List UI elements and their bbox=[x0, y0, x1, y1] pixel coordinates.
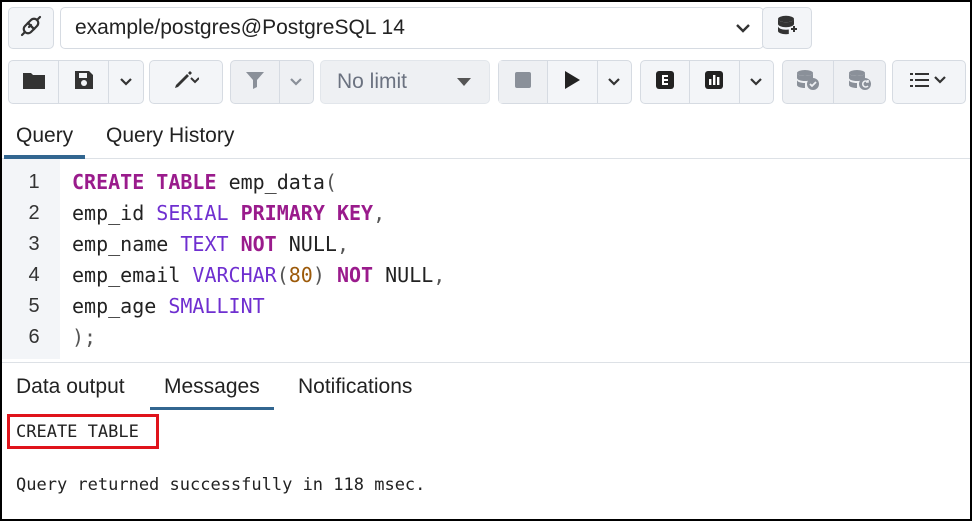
explain-analyze-button[interactable] bbox=[690, 61, 740, 103]
caret-down-icon bbox=[457, 73, 471, 91]
code-line: 6 ); bbox=[2, 322, 970, 353]
tab-data-output[interactable]: Data output bbox=[16, 363, 125, 410]
tab-query-history[interactable]: Query History bbox=[106, 114, 234, 158]
macros-button[interactable] bbox=[893, 61, 965, 103]
row-limit-label: No limit bbox=[337, 70, 408, 93]
tab-notifications[interactable]: Notifications bbox=[298, 363, 412, 410]
type: VARCHAR bbox=[192, 263, 277, 287]
messages-panel: CREATE TABLE Query returned successfully… bbox=[2, 410, 970, 519]
filter-button[interactable] bbox=[231, 61, 280, 103]
chevron-down-icon bbox=[723, 23, 763, 33]
line-number: 3 bbox=[28, 233, 40, 255]
database-icon bbox=[776, 14, 798, 43]
transaction-group bbox=[782, 60, 886, 104]
stop-button[interactable] bbox=[499, 61, 549, 103]
punctuation: ( bbox=[276, 263, 289, 287]
execute-group bbox=[498, 60, 632, 104]
line-number: 6 bbox=[28, 326, 40, 348]
save-options-dropdown[interactable] bbox=[109, 61, 143, 103]
new-connection-button[interactable] bbox=[762, 7, 812, 49]
identifier: NULL bbox=[385, 263, 434, 287]
explain-options-dropdown[interactable] bbox=[740, 61, 773, 103]
type: SERIAL bbox=[156, 201, 229, 225]
identifier: emp_age bbox=[72, 294, 157, 318]
connection-label: example/postgres@PostgreSQL 14 bbox=[75, 16, 405, 39]
number: 80 bbox=[288, 263, 313, 287]
stop-icon bbox=[514, 71, 532, 94]
keyword: KEY bbox=[336, 201, 374, 225]
type: SMALLINT bbox=[168, 294, 265, 318]
output-tabs: Data output Messages Notifications bbox=[2, 362, 970, 411]
edit-button[interactable] bbox=[150, 61, 222, 103]
explain-group bbox=[640, 60, 774, 104]
type: TEXT bbox=[180, 232, 229, 256]
filter-icon bbox=[245, 70, 265, 95]
tab-messages[interactable]: Messages bbox=[150, 363, 274, 411]
query-tool-window: example/postgres@PostgreSQL 14 No limit … bbox=[0, 0, 972, 521]
database-undo-icon bbox=[847, 69, 873, 96]
identifier: NULL bbox=[288, 232, 337, 256]
database-check-icon bbox=[795, 69, 821, 96]
punctuation: , bbox=[433, 263, 446, 287]
filter-group bbox=[230, 60, 314, 104]
keyword: NOT bbox=[336, 263, 374, 287]
execute-button[interactable] bbox=[548, 61, 598, 103]
punctuation: , bbox=[373, 201, 386, 225]
keyword: CREATE bbox=[72, 170, 145, 194]
identifier: emp_email bbox=[72, 263, 181, 287]
line-number: 1 bbox=[28, 171, 40, 193]
plug-icon bbox=[19, 14, 43, 43]
chevron-down-icon bbox=[119, 73, 133, 91]
explain-icon bbox=[655, 70, 675, 95]
punctuation: ( bbox=[324, 170, 337, 194]
edit-group bbox=[149, 60, 223, 104]
connection-status-button[interactable] bbox=[8, 7, 54, 49]
code-line: 2 emp_id SERIAL PRIMARY KEY, bbox=[2, 198, 970, 229]
editor-tabs: Query Query History bbox=[2, 114, 970, 159]
explain-button[interactable] bbox=[641, 61, 691, 103]
keyword: TABLE bbox=[156, 170, 217, 194]
identifier: emp_id bbox=[72, 201, 145, 225]
connection-bar: example/postgres@PostgreSQL 14 bbox=[8, 7, 812, 49]
save-icon bbox=[74, 70, 94, 95]
sql-editor[interactable]: 1 CREATE TABLE emp_data( 2 emp_id SERIAL… bbox=[2, 159, 970, 359]
folder-icon bbox=[22, 70, 46, 95]
line-number: 4 bbox=[28, 264, 40, 286]
line-number: 5 bbox=[28, 295, 40, 317]
line-number: 2 bbox=[28, 202, 40, 224]
code-line: 1 CREATE TABLE emp_data( bbox=[2, 167, 970, 198]
code-line: 4 emp_email VARCHAR(80) NOT NULL, bbox=[2, 260, 970, 291]
execute-options-dropdown[interactable] bbox=[598, 61, 631, 103]
keyword: NOT bbox=[240, 232, 277, 256]
punctuation: ) bbox=[312, 263, 325, 287]
chevron-down-icon bbox=[749, 73, 763, 91]
play-icon bbox=[563, 70, 581, 95]
query-toolbar: No limit bbox=[8, 60, 968, 104]
rollback-button[interactable] bbox=[834, 61, 885, 103]
filter-options-dropdown[interactable] bbox=[280, 61, 313, 103]
pencil-icon bbox=[173, 70, 200, 95]
row-limit-select[interactable]: No limit bbox=[320, 60, 490, 104]
list-icon bbox=[909, 71, 949, 94]
file-group bbox=[8, 60, 144, 104]
save-file-button[interactable] bbox=[59, 61, 109, 103]
chevron-down-icon bbox=[607, 73, 621, 91]
keyword: PRIMARY bbox=[240, 201, 325, 225]
chevron-down-icon bbox=[289, 73, 303, 91]
bar-chart-icon bbox=[704, 70, 724, 95]
punctuation: , bbox=[336, 232, 349, 256]
identifier: emp_data bbox=[228, 170, 325, 194]
commit-button[interactable] bbox=[783, 61, 835, 103]
status-message: CREATE TABLE bbox=[16, 422, 139, 442]
connection-select[interactable]: example/postgres@PostgreSQL 14 bbox=[60, 7, 764, 49]
result-message: Query returned successfully in 118 msec. bbox=[16, 475, 426, 495]
macros-group bbox=[892, 60, 966, 104]
identifier: emp_name bbox=[72, 232, 169, 256]
punctuation: ); bbox=[72, 325, 97, 349]
open-file-button[interactable] bbox=[9, 61, 59, 103]
tab-query[interactable]: Query bbox=[3, 114, 86, 159]
code-line: 5 emp_age SMALLINT bbox=[2, 291, 970, 322]
code-line: 3 emp_name TEXT NOT NULL, bbox=[2, 229, 970, 260]
